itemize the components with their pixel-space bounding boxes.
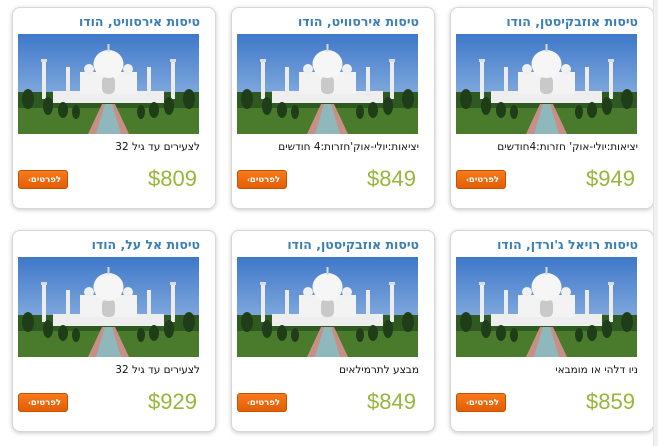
- chevron-left-icon: ›: [466, 398, 469, 407]
- deal-card[interactable]: טיסות אוזבקיסטן, הודו יציאות:יולי-אוק' ח…: [450, 7, 654, 209]
- deals-grid: טיסות אירסוויט, הודו לצעירים עד גיל 32 ל…: [0, 0, 658, 446]
- deal-title[interactable]: טיסות אל על, הודו: [21, 237, 200, 252]
- taj-mahal-photo[interactable]: [237, 34, 418, 134]
- deal-card[interactable]: טיסות אל על, הודו לצעירים עד גיל 32 לפרט…: [12, 230, 216, 432]
- deal-title[interactable]: טיסות אירסוויט, הודו: [21, 14, 200, 29]
- details-button-label: לפרטים: [30, 397, 61, 408]
- chevron-left-icon: ›: [28, 175, 31, 184]
- taj-mahal-photo[interactable]: [18, 257, 199, 357]
- details-button[interactable]: לפרטים ›: [456, 393, 506, 412]
- chevron-left-icon: ›: [466, 175, 469, 184]
- scrollbar[interactable]: [653, 0, 658, 446]
- deal-card[interactable]: טיסות אירסוויט, הודו לצעירים עד גיל 32 ל…: [12, 7, 216, 209]
- details-button-label: לפרטים: [30, 174, 61, 185]
- deal-card[interactable]: טיסות אוזבקיסטן, הודו מבצע לתרמילאים לפר…: [231, 230, 435, 432]
- deal-description: ניו דלהי או מומבאי: [555, 364, 638, 376]
- deal-description: לצעירים עד גיל 32: [115, 141, 200, 153]
- details-button-label: לפרטים: [249, 397, 280, 408]
- deal-price: $929: [148, 389, 197, 414]
- deal-card[interactable]: טיסות רויאל ג'ורדן, הודו ניו דלהי או מומ…: [450, 230, 654, 432]
- deal-title[interactable]: טיסות אוזבקיסטן, הודו: [459, 14, 638, 29]
- chevron-left-icon: ›: [247, 398, 250, 407]
- deal-description: יציאות:יולי-אוק' חזרות:4חודשים: [497, 141, 638, 153]
- deal-title[interactable]: טיסות אוזבקיסטן, הודו: [240, 237, 419, 252]
- deal-title[interactable]: טיסות אירסוויט, הודו: [240, 14, 419, 29]
- taj-mahal-photo[interactable]: [456, 34, 637, 134]
- taj-mahal-photo[interactable]: [237, 257, 418, 357]
- deal-price: $859: [586, 389, 635, 414]
- details-button[interactable]: לפרטים ›: [237, 393, 287, 412]
- deal-description: יציאות:יולי-אוק'חזרות:4 חודשים: [278, 141, 419, 153]
- deal-price: $949: [586, 166, 635, 191]
- details-button[interactable]: לפרטים ›: [18, 393, 68, 412]
- details-button[interactable]: לפרטים ›: [18, 170, 68, 189]
- deal-price: $809: [148, 166, 197, 191]
- deal-description: לצעירים עד גיל 32: [115, 364, 200, 376]
- details-button-label: לפרטים: [468, 174, 499, 185]
- deal-title[interactable]: טיסות רויאל ג'ורדן, הודו: [459, 237, 638, 252]
- details-button[interactable]: לפרטים ›: [456, 170, 506, 189]
- details-button-label: לפרטים: [468, 397, 499, 408]
- deal-price: $849: [367, 166, 416, 191]
- chevron-left-icon: ›: [247, 175, 250, 184]
- deal-card[interactable]: טיסות אירסוויט, הודו יציאות:יולי-אוק'חזר…: [231, 7, 435, 209]
- details-button[interactable]: לפרטים ›: [237, 170, 287, 189]
- details-button-label: לפרטים: [249, 174, 280, 185]
- deal-price: $849: [367, 389, 416, 414]
- taj-mahal-photo[interactable]: [456, 257, 637, 357]
- deal-description: מבצע לתרמילאים: [339, 364, 419, 376]
- taj-mahal-photo[interactable]: [18, 34, 199, 134]
- chevron-left-icon: ›: [28, 398, 31, 407]
